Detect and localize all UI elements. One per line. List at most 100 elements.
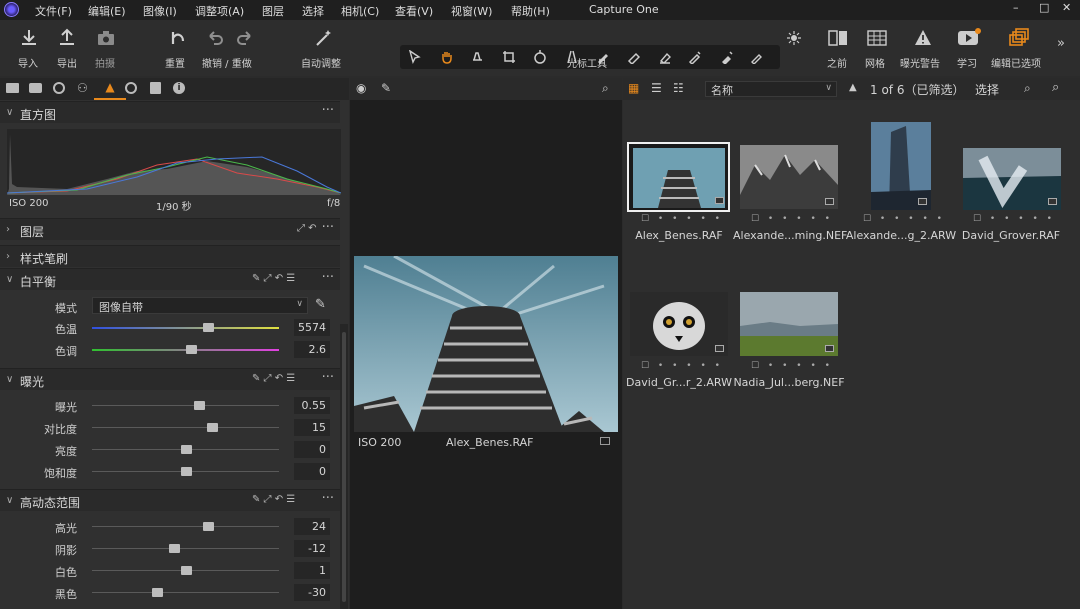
menu-view[interactable]: 查看(V) — [395, 3, 433, 19]
slider-track[interactable] — [92, 592, 279, 593]
slider-knob[interactable] — [186, 345, 198, 354]
slider-value-field[interactable]: -12 — [294, 540, 330, 557]
exposure-tool-icons[interactable]: ✎ ⤢ ↶ ☰ — [252, 373, 295, 384]
edit-selected-button[interactable]: 编辑已选项 — [991, 55, 1041, 70]
details-tab-icon[interactable] — [125, 82, 137, 94]
collapse-caret-icon[interactable]: ∨ — [6, 274, 13, 285]
main-image[interactable] — [354, 256, 618, 432]
slider-value-field[interactable]: 24 — [294, 518, 330, 535]
select-button[interactable]: 选择 — [975, 81, 999, 98]
sort-select[interactable]: 名称 ∨ — [705, 81, 837, 97]
menu-window[interactable]: 视窗(W) — [451, 3, 492, 19]
healing-brush-icon[interactable] — [720, 50, 734, 64]
sort-direction-icon[interactable]: ▲ — [849, 82, 857, 93]
menu-select[interactable]: 选择 — [302, 3, 324, 19]
list-view-icon[interactable]: ☰ — [651, 81, 662, 95]
slider-value-field[interactable]: 0.55 — [294, 397, 330, 414]
slider-track[interactable] — [92, 405, 279, 406]
menu-adjustments[interactable]: 调整项(A) — [195, 3, 244, 19]
thumb-info-icon[interactable] — [825, 198, 834, 205]
slider-knob[interactable] — [181, 566, 193, 575]
slider-knob[interactable] — [206, 423, 218, 432]
camera-icon[interactable] — [96, 28, 116, 48]
wb-tool-icons[interactable]: ✎ ⤢ ↶ ☰ — [252, 273, 295, 284]
thumb-rating[interactable]: ☐ • • • • • — [863, 214, 945, 224]
grid-icon[interactable] — [866, 28, 888, 48]
slider-value-field[interactable]: 0 — [294, 463, 330, 480]
close-icon[interactable]: ✕ — [1062, 1, 1071, 14]
menu-layers[interactable]: 图层 — [262, 3, 284, 19]
thumb-rating[interactable]: ☐ • • • • • — [973, 214, 1055, 224]
toolbar-overflow-icon[interactable]: » — [1057, 36, 1065, 51]
slider-value-field[interactable]: 1 — [294, 562, 330, 579]
slider-knob[interactable] — [169, 544, 181, 553]
hdr-header[interactable]: ∨ 高动态范围 ✎ ⤢ ↶ ☰ ··· — [0, 489, 340, 511]
auto-adjust-icon[interactable] — [313, 28, 333, 48]
exposure-tab-icon[interactable]: ▲ — [94, 78, 126, 100]
thumb-info-icon[interactable] — [825, 345, 834, 352]
expand-caret-icon[interactable]: › — [6, 224, 10, 235]
grid-view-icon[interactable]: ▦ — [628, 81, 639, 95]
capture-tab-icon[interactable] — [29, 83, 42, 93]
eye-icon[interactable]: ◉ — [356, 81, 366, 95]
thumbnail-image-3[interactable] — [871, 122, 931, 210]
library-tab-icon[interactable] — [6, 83, 19, 93]
capture-button[interactable]: 拍摄 — [95, 55, 115, 70]
metadata-tab-icon[interactable]: i — [173, 82, 185, 94]
search-icon[interactable]: ⌕ — [1052, 80, 1059, 95]
pan-hand-icon[interactable] — [440, 50, 454, 64]
menu-edit[interactable]: 编辑(E) — [88, 3, 126, 19]
expand-caret-icon[interactable]: › — [6, 251, 10, 262]
thumb-info-icon[interactable] — [715, 197, 724, 204]
menu-camera[interactable]: 相机(C) — [341, 3, 379, 19]
wb-mode-select[interactable]: 图像自带 ∨ — [92, 297, 308, 314]
collapse-caret-icon[interactable]: ∨ — [6, 495, 13, 506]
thumb-info-icon[interactable] — [1048, 198, 1057, 205]
maximize-icon[interactable]: □ — [1039, 1, 1049, 14]
app-logo-icon[interactable] — [4, 2, 19, 17]
import-icon[interactable] — [19, 28, 39, 48]
scrollbar-thumb[interactable] — [342, 332, 346, 602]
rotate-icon[interactable] — [533, 50, 547, 64]
menu-file[interactable]: 文件(F) — [35, 3, 72, 19]
select-cursor-icon[interactable] — [408, 50, 422, 64]
collapse-caret-icon[interactable]: ∨ — [6, 107, 13, 118]
import-button[interactable]: 导入 — [18, 55, 38, 70]
exposure-more-icon[interactable]: ··· — [322, 370, 334, 385]
slider-value-field[interactable]: 2.6 — [294, 341, 330, 358]
collapse-caret-icon[interactable]: ∨ — [6, 374, 13, 385]
hdr-more-icon[interactable]: ··· — [322, 491, 334, 506]
thumbnail-image-6[interactable] — [740, 292, 838, 356]
layers-header[interactable]: › 图层 ⤢ ↶ ··· — [0, 218, 340, 240]
slider-knob[interactable] — [180, 467, 192, 476]
exposure-header[interactable]: ∨ 曝光 ✎ ⤢ ↶ ☰ ··· — [0, 368, 340, 390]
grid-button[interactable]: 网格 — [865, 55, 885, 70]
slider-knob[interactable] — [202, 522, 214, 531]
minimize-icon[interactable]: – — [1013, 1, 1019, 14]
viewer-zoom-icon[interactable]: ⌕ — [602, 81, 609, 96]
menu-image[interactable]: 图像(I) — [143, 3, 177, 19]
redo-icon[interactable] — [235, 28, 255, 48]
tool-panel-scrollbar[interactable] — [340, 324, 348, 609]
white-balance-header[interactable]: ∨ 白平衡 ✎ ⤢ ↶ ☰ ··· — [0, 268, 340, 290]
thumbnail-image-2[interactable] — [740, 145, 838, 209]
layers-tool-icons[interactable]: ⤢ ↶ — [297, 223, 317, 234]
export-icon[interactable] — [57, 28, 77, 48]
loupe-icon[interactable] — [786, 30, 802, 46]
slider-value-field[interactable]: 0 — [294, 441, 330, 458]
slider-value-field[interactable]: -30 — [294, 584, 330, 601]
edit-selected-icon[interactable] — [1008, 28, 1030, 48]
histogram-header[interactable]: ∨ 直方图 ··· — [0, 101, 340, 123]
thumb-info-icon[interactable] — [918, 198, 927, 205]
learn-play-icon[interactable] — [957, 28, 981, 48]
filmstrip-view-icon[interactable]: ☷ — [673, 81, 684, 95]
export-button[interactable]: 导出 — [57, 55, 77, 70]
reset-icon[interactable] — [167, 28, 187, 48]
adjustments-tab-icon[interactable] — [150, 82, 161, 94]
gradient-mask-icon[interactable] — [658, 50, 672, 64]
viewer-brush-icon[interactable]: ✎ — [381, 81, 391, 95]
hdr-tool-icons[interactable]: ✎ ⤢ ↶ ☰ — [252, 494, 295, 505]
slider-track[interactable] — [92, 548, 279, 549]
menu-help[interactable]: 帮助(H) — [511, 3, 550, 19]
slider-knob[interactable] — [180, 445, 192, 454]
